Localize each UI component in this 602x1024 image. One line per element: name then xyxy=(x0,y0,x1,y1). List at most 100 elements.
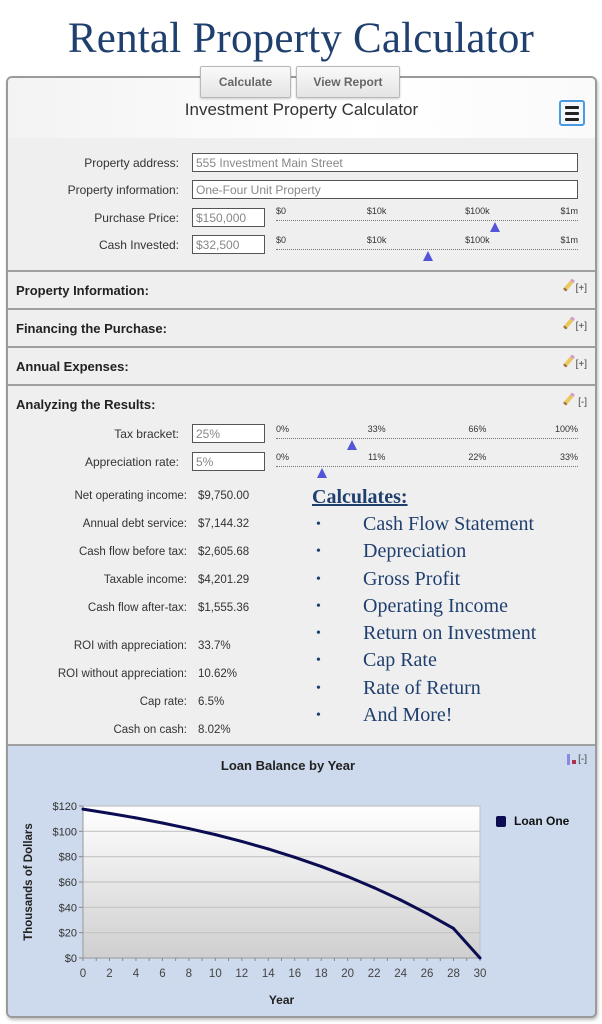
y-tick-label: $0 xyxy=(65,953,77,965)
slider-track[interactable] xyxy=(276,220,578,221)
x-tick-label: 2 xyxy=(106,968,112,980)
result-label: Annual debt service: xyxy=(82,518,187,530)
result-value: $7,144.32 xyxy=(198,518,250,530)
bullet-icon: • xyxy=(316,571,321,587)
slider-tick-label: $0 xyxy=(276,206,287,216)
result-value: $4,201.29 xyxy=(198,574,250,586)
x-axis-label: Year xyxy=(269,993,295,1007)
slider-tick-label: $1m xyxy=(560,235,578,245)
slider-track[interactable] xyxy=(276,438,578,439)
result-value: $2,605.68 xyxy=(198,546,250,558)
section-title: Analyzing the Results: xyxy=(16,397,156,412)
section-financing-the-purchase[interactable]: Financing the Purchase: [+] xyxy=(8,308,595,346)
cash-invested-label: Cash Invested: xyxy=(98,238,179,252)
slider-track[interactable] xyxy=(276,466,578,467)
calculates-item: • Gross Profit xyxy=(312,566,592,593)
property-information-row: Property information: xyxy=(8,180,595,200)
bullet-icon: • xyxy=(316,517,321,532)
property-information-label: Property information: xyxy=(67,183,179,197)
x-tick-label: 22 xyxy=(368,968,381,980)
purchase-price-slider[interactable]: $0 $10k $100k $1m xyxy=(276,206,578,236)
bullet-icon: • xyxy=(316,708,321,724)
result-label: Taxable income: xyxy=(103,574,187,586)
pencil-edit-icon[interactable] xyxy=(562,316,576,330)
result-value: 8.02% xyxy=(198,724,231,736)
appreciation-rate-input[interactable] xyxy=(192,452,265,471)
y-tick-label: $100 xyxy=(53,826,77,838)
slider-thumb[interactable] xyxy=(490,222,501,232)
property-address-row: Property address: xyxy=(8,153,595,173)
section-property-information[interactable]: Property Information: [+] xyxy=(8,270,595,308)
pencil-edit-icon[interactable] xyxy=(562,278,576,292)
pencil-edit-icon[interactable] xyxy=(562,392,576,406)
data-point xyxy=(187,827,191,831)
expand-toggle[interactable]: [+] xyxy=(576,321,587,332)
bullet-icon: • xyxy=(316,544,321,560)
cash-invested-input[interactable] xyxy=(192,235,265,254)
slider-tick-label: 0% xyxy=(276,424,290,434)
bullet-icon: • xyxy=(316,653,321,669)
slider-track[interactable] xyxy=(276,249,578,250)
loan-balance-chart-panel: Loan Balance by Year [-] $0 $20 $40 $60 $80 $… xyxy=(8,744,595,1016)
slider-thumb[interactable] xyxy=(423,251,434,261)
cash-invested-slider[interactable]: $0 $10k $100k $1m xyxy=(276,235,578,265)
data-point xyxy=(160,821,164,825)
slider-tick-label: 100% xyxy=(554,424,578,434)
legend-swatch xyxy=(496,815,506,827)
tax-bracket-slider[interactable]: 0% 33% 66% 100% xyxy=(276,424,578,454)
collapse-toggle[interactable]: [-] xyxy=(578,397,587,408)
calculator-panel: Investment Property Calculator Property … xyxy=(6,76,597,1018)
slider-thumb[interactable] xyxy=(346,440,357,450)
calculates-list: Calculates: • Cash Flow Statement • Depreci… xyxy=(312,486,592,729)
section-annual-expenses[interactable]: Annual Expenses: [+] xyxy=(8,346,595,384)
section-title: Annual Expenses: xyxy=(16,359,129,374)
panel-title: Investment Property Calculator xyxy=(184,100,419,119)
x-tick-label: 30 xyxy=(474,968,487,980)
x-tick-label: 6 xyxy=(159,968,165,980)
x-tick-label: 16 xyxy=(288,968,301,980)
property-information-input[interactable] xyxy=(192,180,578,199)
slider-tick-label: $10k xyxy=(366,206,387,216)
calculates-item-label: Cash Flow Statement xyxy=(363,513,535,535)
x-tick-label: 12 xyxy=(235,968,248,980)
data-point xyxy=(81,807,85,811)
slider-thumb[interactable] xyxy=(316,468,327,478)
x-tick-label: 14 xyxy=(262,968,275,980)
result-value: $9,750.00 xyxy=(198,490,250,502)
data-point xyxy=(346,875,350,879)
property-address-input[interactable] xyxy=(192,153,578,172)
purchase-price-input[interactable] xyxy=(192,208,265,227)
data-point xyxy=(452,926,456,930)
slider-tick-label: 66% xyxy=(468,424,487,434)
slider-tick-label: $10k xyxy=(366,235,387,245)
tax-bracket-input[interactable] xyxy=(192,424,265,443)
calculate-button[interactable]: Calculate xyxy=(200,66,291,98)
view-report-button[interactable]: View Report xyxy=(296,66,400,98)
y-tick-label: $40 xyxy=(59,902,77,914)
y-tick-label: $20 xyxy=(59,928,77,940)
hamburger-menu-icon[interactable] xyxy=(559,100,585,126)
data-point xyxy=(399,898,403,902)
legend-label: Loan One xyxy=(514,814,570,828)
result-label: Cap rate: xyxy=(139,696,187,708)
result-value: 6.5% xyxy=(198,696,225,708)
appreciation-rate-label: Appreciation rate: xyxy=(84,455,179,469)
expand-toggle[interactable]: [+] xyxy=(576,359,587,370)
result-label: Cash on cash: xyxy=(113,724,187,736)
data-point xyxy=(213,833,217,837)
appreciation-rate-slider[interactable]: 0% 11% 22% 33% xyxy=(276,452,578,482)
data-point xyxy=(425,912,429,916)
calculates-item-label: Rate of Return xyxy=(363,676,481,699)
calculates-item: • Depreciation xyxy=(312,538,592,565)
pencil-edit-icon[interactable] xyxy=(562,354,576,368)
property-address-label: Property address: xyxy=(84,156,179,170)
calculates-item: • Operating Income xyxy=(312,593,592,620)
result-label: Net operating income: xyxy=(74,490,187,502)
expand-toggle[interactable]: [+] xyxy=(576,283,587,294)
data-point xyxy=(107,811,111,815)
bullet-icon: • xyxy=(316,680,321,696)
y-axis-label: Thousands of Dollars xyxy=(23,823,35,941)
purchase-price-label: Purchase Price: xyxy=(94,211,179,225)
slider-tick-label: 22% xyxy=(468,452,487,462)
result-value: $1,555.36 xyxy=(198,602,250,614)
